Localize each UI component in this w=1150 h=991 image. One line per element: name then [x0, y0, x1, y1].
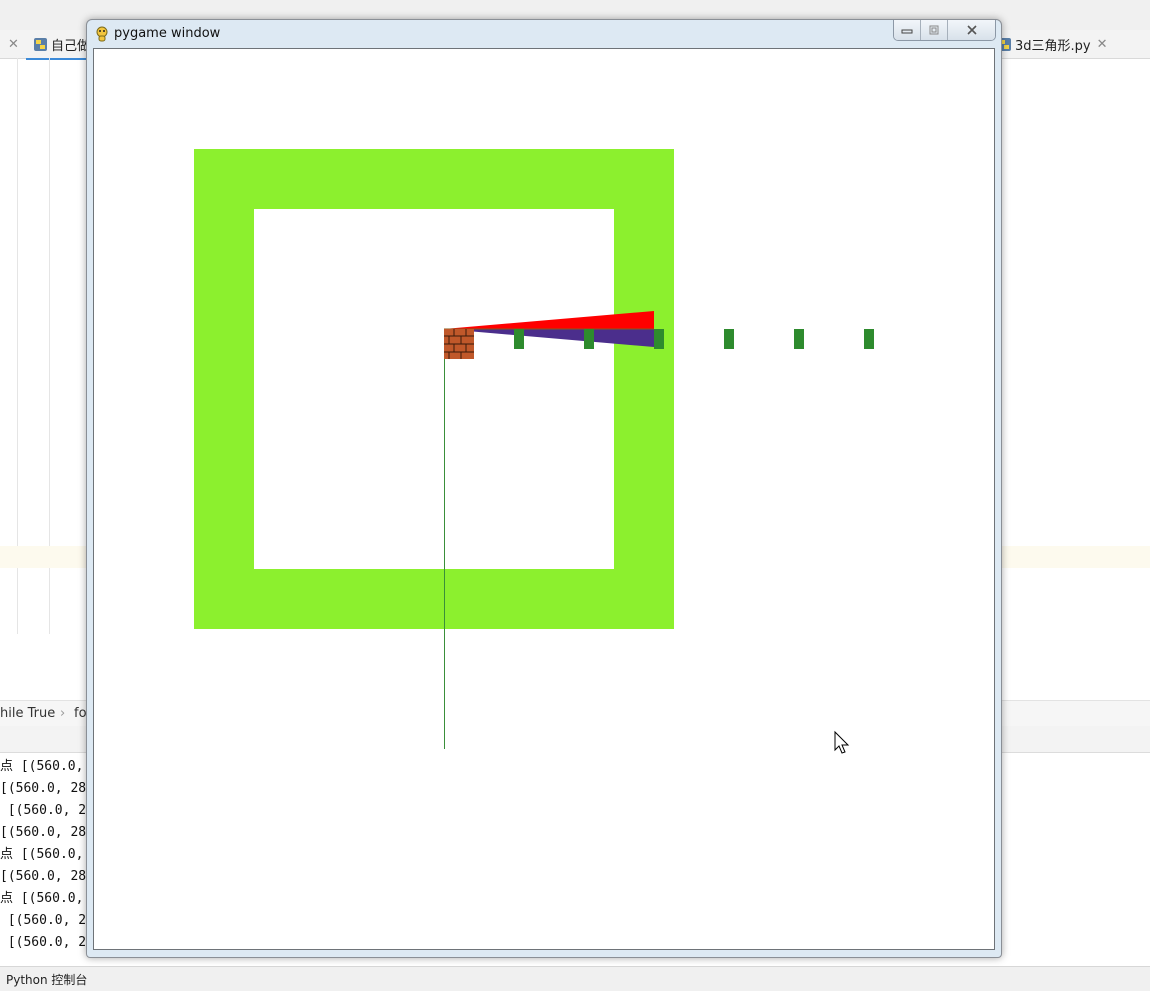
game-canvas[interactable] [93, 48, 995, 950]
map-wall-right [614, 209, 674, 569]
breadcrumb-item[interactable]: hile True [0, 706, 55, 721]
breadcrumb-separator: › [60, 706, 66, 721]
distance-marker [654, 329, 664, 349]
editor-tab-3d-triangle[interactable]: 3d三角形.py ✕ [996, 30, 1108, 58]
distance-marker [514, 329, 524, 349]
minimize-button[interactable] [894, 20, 921, 40]
ray-cone-purple [444, 329, 654, 347]
mouse-cursor-icon [834, 730, 850, 754]
map-wall-bottom [194, 569, 674, 629]
distance-marker [584, 329, 594, 349]
console-line: [(560.0, 2 [0, 803, 87, 818]
ray-cone-red [444, 311, 654, 329]
console-line: [(560.0, 28 [0, 869, 87, 884]
game-scene [194, 149, 874, 754]
window-title: pygame window [114, 26, 221, 41]
breadcrumb-item[interactable]: fo [74, 706, 87, 721]
console-output: 点 [(560.0, [(560.0, 28 [(560.0, 2 [(560.… [0, 756, 86, 954]
close-button[interactable] [948, 20, 995, 40]
python-console-tab[interactable]: Python 控制台 [6, 971, 87, 988]
console-line: 点 [(560.0, [0, 891, 84, 906]
console-line: 点 [(560.0, [0, 847, 84, 862]
distance-marker [794, 329, 804, 349]
console-line: [(560.0, 2 [0, 913, 87, 928]
tab-close-icon[interactable]: ✕ [8, 37, 19, 52]
window-titlebar[interactable]: pygame window [87, 20, 1001, 48]
status-bar: Python 控制台 [0, 966, 1150, 991]
maximize-button[interactable] [921, 20, 948, 40]
editor-tab-label: 自己做 [51, 38, 91, 54]
player-brick-tile [444, 329, 474, 359]
distance-marker [864, 329, 874, 349]
pygame-snake-icon [96, 26, 108, 42]
python-file-icon [34, 37, 47, 51]
close-icon [966, 25, 977, 35]
console-line: [(560.0, 2 [0, 935, 87, 950]
console-line: [(560.0, 28 [0, 781, 87, 796]
pygame-window[interactable]: pygame window [86, 19, 1002, 958]
window-controls [893, 20, 996, 41]
maximize-icon [929, 25, 939, 35]
console-line: [(560.0, 28 [0, 825, 87, 840]
tab-close-icon[interactable]: ✕ [1097, 37, 1108, 52]
distance-marker [724, 329, 734, 349]
map-wall-top [194, 149, 674, 209]
minimize-icon [901, 29, 913, 34]
editor-tab-label: 3d三角形.py [1015, 38, 1091, 54]
map-wall-left [194, 209, 254, 569]
editor-tab-partial[interactable]: ✕ [0, 30, 19, 58]
console-line: 点 [(560.0, [0, 759, 84, 774]
